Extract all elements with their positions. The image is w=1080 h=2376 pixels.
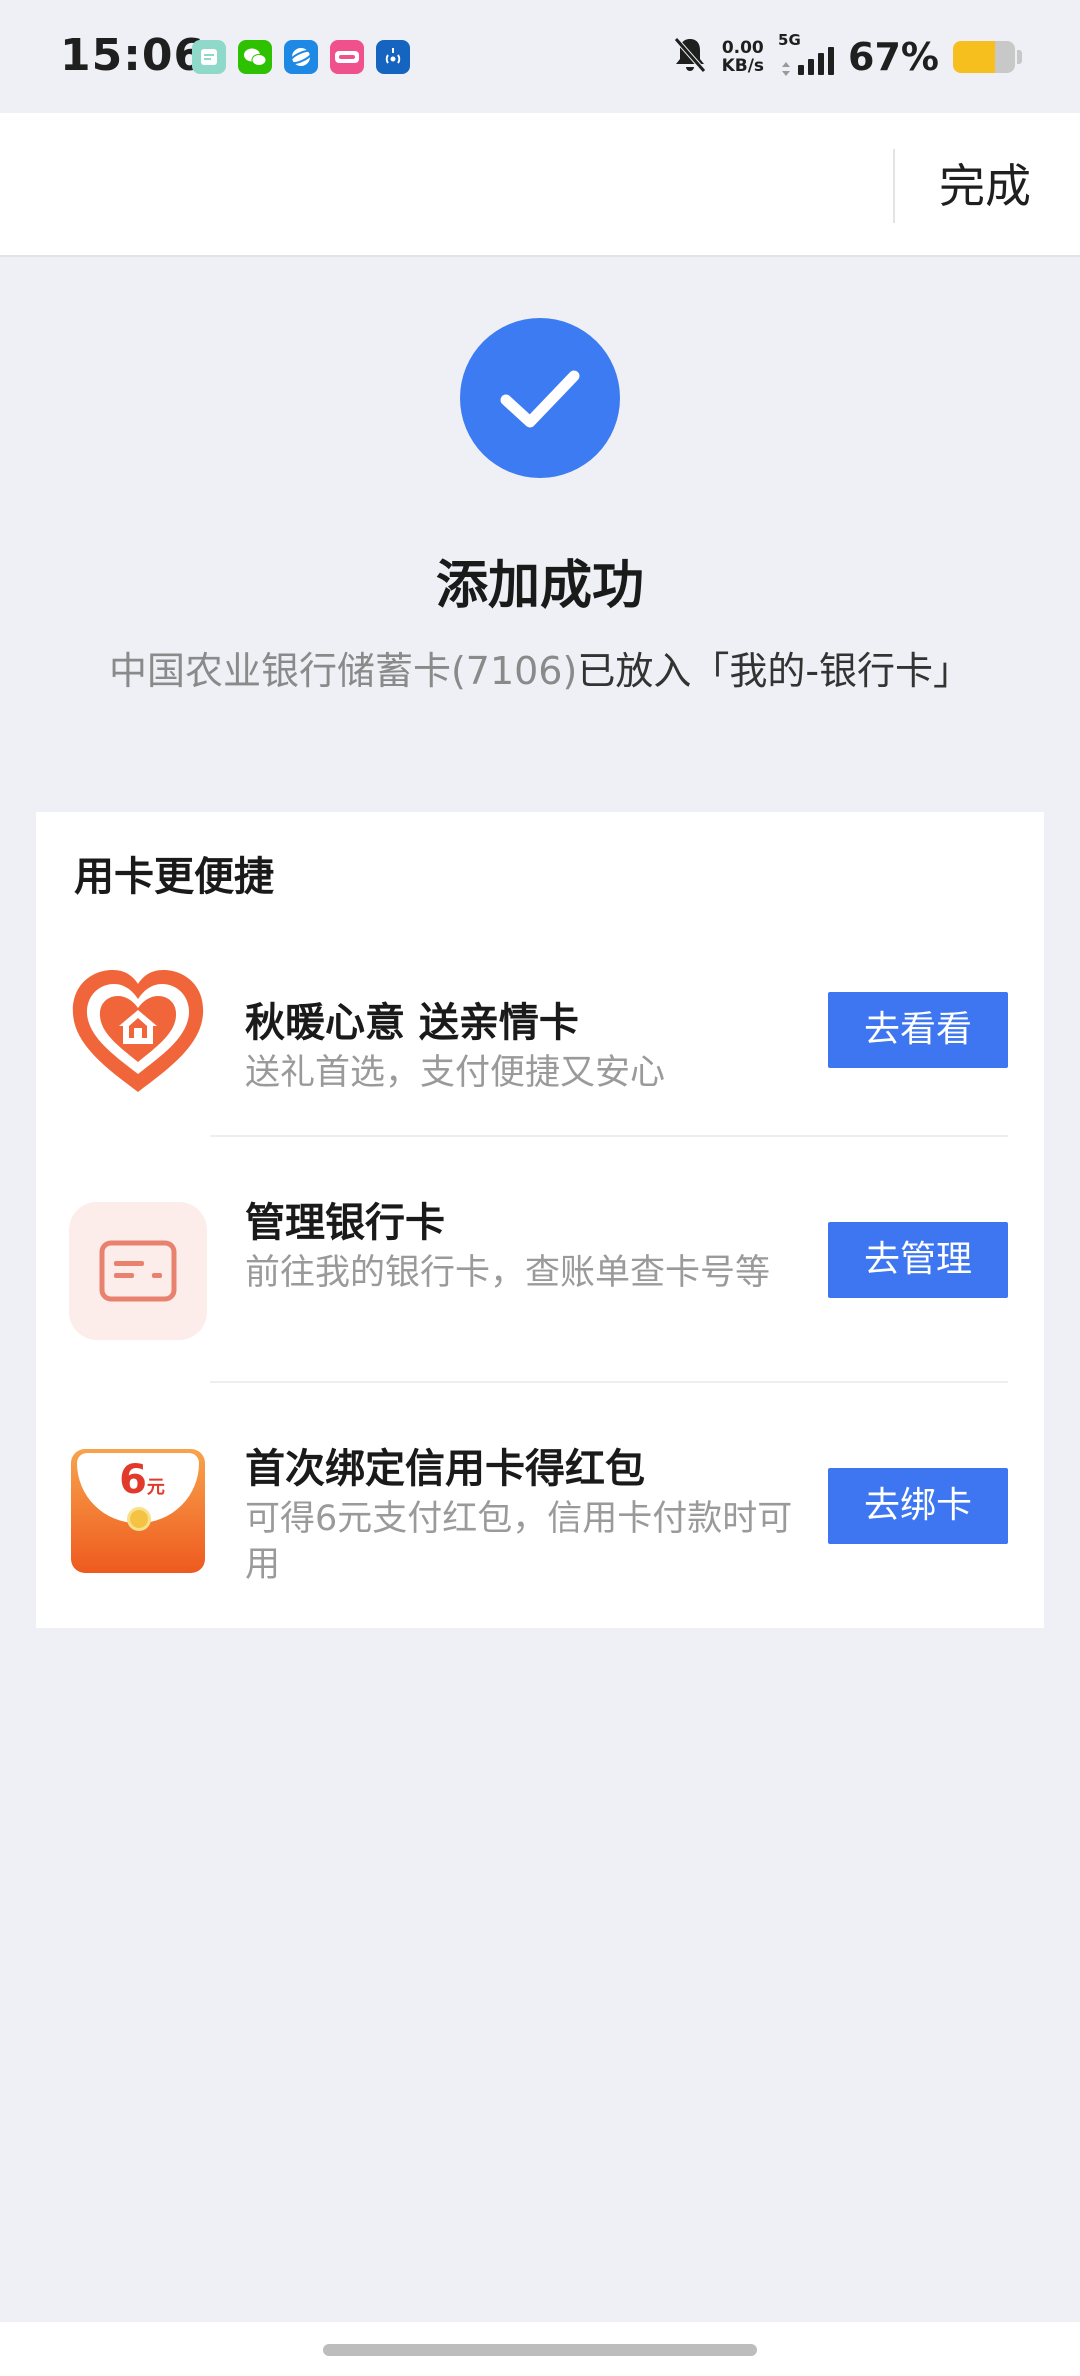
list-item-family-card[interactable]: 秋暖心意 送亲情卡 送礼首选，支付便捷又安心 去看看 <box>36 962 1044 1172</box>
item-divider <box>210 1135 1008 1137</box>
data-arrows-icon <box>782 61 791 76</box>
done-button[interactable]: 完成 <box>920 153 1050 219</box>
heart-house-icon <box>69 962 207 1100</box>
panel-title: 用卡更便捷 <box>74 854 274 900</box>
network-speed-unit: KB/s <box>721 56 765 76</box>
notes-app-icon <box>192 40 226 74</box>
wechat-icon <box>238 40 272 74</box>
gesture-bar <box>0 2322 1080 2376</box>
item-subtitle: 可得6元支付红包，信用卡付款时可用 <box>245 1499 793 1585</box>
battery-cap <box>1017 50 1022 64</box>
home-indicator[interactable] <box>323 2344 757 2356</box>
success-check-icon <box>460 318 620 478</box>
network-speed: 0.00 KB/s <box>722 39 764 75</box>
item-subtitle: 送礼首选，支付便捷又安心 <box>245 1053 666 1093</box>
red-envelope-icon: 6元 <box>69 1442 207 1580</box>
bind-credit-card-button[interactable]: 去绑卡 <box>828 1468 1008 1544</box>
success-description-location: 已放入「我的-银行卡」 <box>577 649 972 693</box>
item-title: 管理银行卡 <box>245 1200 445 1246</box>
navigation-bar: 完成 <box>0 113 1080 257</box>
card-services-panel: 用卡更便捷 秋暖心意 送亲情卡 送礼首选，支付便捷又安心 去看看 管理银行卡 前… <box>36 812 1044 1628</box>
success-description-card: 中国农业银行储蓄卡(7106) <box>108 649 578 693</box>
battery-icon <box>953 41 1015 73</box>
signal-strength-icon: 5G <box>778 31 835 76</box>
item-subtitle: 前往我的银行卡，查账单查卡号等 <box>245 1253 771 1293</box>
browser-icon <box>284 40 318 74</box>
network-speed-value: 0.00 <box>721 38 764 58</box>
item-divider <box>210 1381 1008 1383</box>
status-time: 15:06 <box>60 30 206 81</box>
network-generation: 5G <box>778 31 801 49</box>
status-app-icons <box>192 40 410 74</box>
status-bar: 15:06 0.00 KB/s 5G 67% <box>0 0 1080 113</box>
item-title: 秋暖心意 送亲情卡 <box>245 1000 579 1046</box>
mute-bell-icon <box>672 35 708 79</box>
manage-bank-card-button[interactable]: 去管理 <box>828 1222 1008 1298</box>
hotspot-app-icon <box>376 40 410 74</box>
item-title: 首次绑定信用卡得红包 <box>245 1446 645 1492</box>
nav-divider <box>893 149 895 223</box>
battery-percentage: 67% <box>848 35 939 79</box>
status-indicators: 0.00 KB/s 5G 67% <box>672 31 1022 82</box>
list-item-manage-bank-card[interactable]: 管理银行卡 前往我的银行卡，查账单查卡号等 去管理 <box>36 1172 1044 1412</box>
success-description: 中国农业银行储蓄卡(7106)已放入「我的-银行卡」 <box>0 640 1080 695</box>
view-family-card-button[interactable]: 去看看 <box>828 992 1008 1068</box>
list-item-credit-card-bonus[interactable]: 6元 首次绑定信用卡得红包 可得6元支付红包，信用卡付款时可用 去绑卡 <box>36 1418 1044 1628</box>
lala-app-icon <box>330 40 364 74</box>
success-title: 添加成功 <box>435 556 644 616</box>
battery-level-fill <box>953 41 995 73</box>
envelope-unit: 元 <box>146 1477 165 1498</box>
bank-card-icon <box>69 1202 207 1340</box>
envelope-amount: 6 <box>119 1457 147 1503</box>
